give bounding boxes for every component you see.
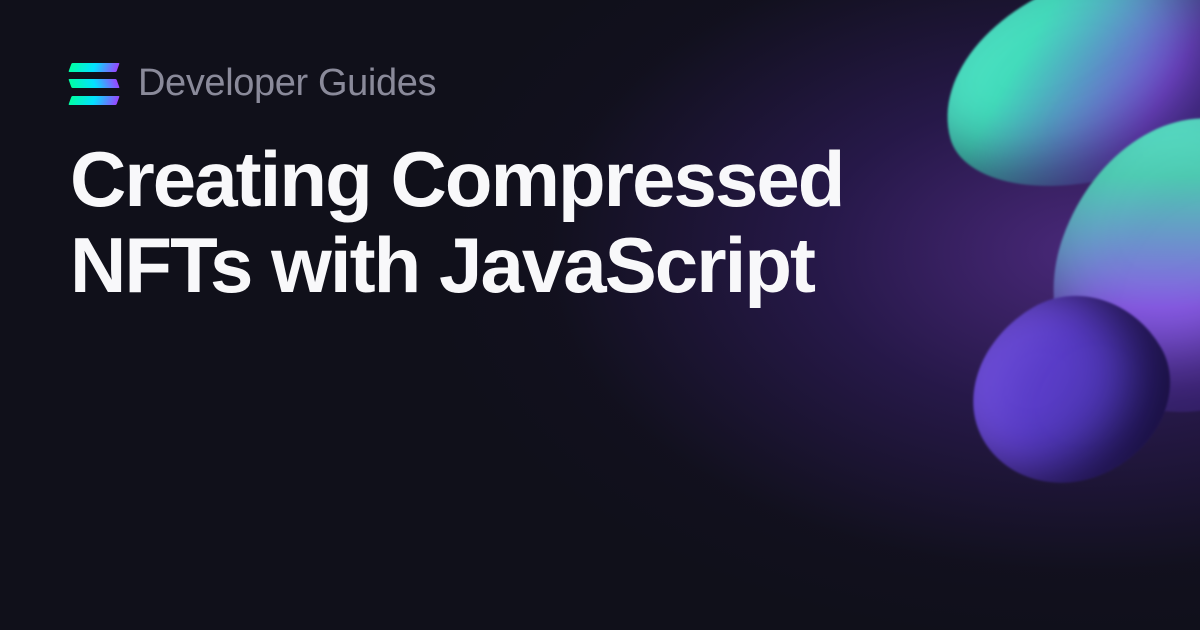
category-label: Developer Guides — [138, 62, 436, 105]
header-row: Developer Guides — [70, 62, 1130, 105]
page-title: Creating Compressed NFTs with JavaScript — [70, 137, 1020, 309]
solana-logo-icon — [70, 63, 118, 105]
content-area: Developer Guides Creating Compressed NFT… — [0, 0, 1200, 371]
